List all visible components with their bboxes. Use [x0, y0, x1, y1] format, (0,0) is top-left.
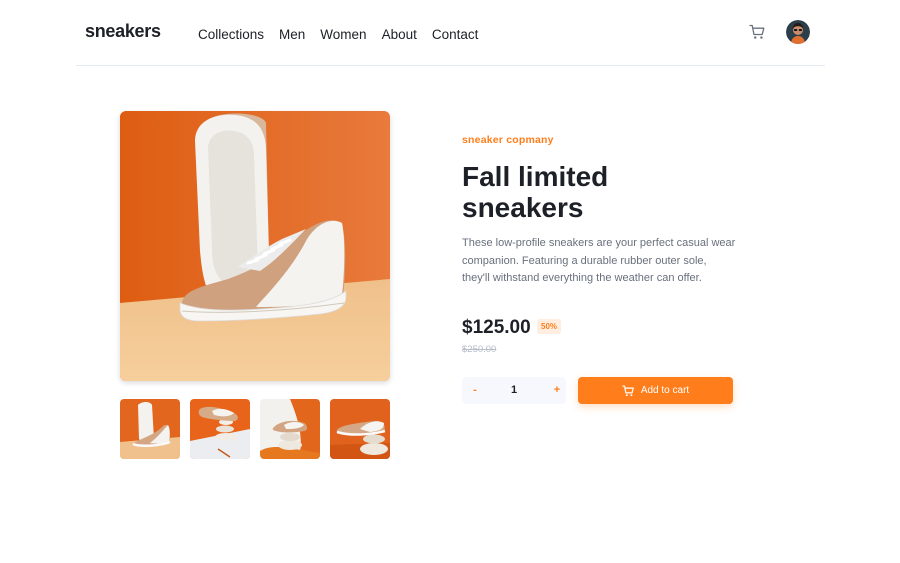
decrease-quantity-button[interactable]: -	[468, 383, 482, 397]
add-to-cart-button[interactable]: Add to cart	[578, 377, 733, 404]
quantity-value: 1	[510, 384, 518, 396]
product-description: These low-profile sneakers are your perf…	[462, 237, 736, 284]
discount-badge: 50%	[537, 319, 562, 334]
cart-icon[interactable]	[749, 24, 766, 40]
nav-item-collections[interactable]: Collections	[198, 27, 264, 42]
quantity-stepper: - 1 +	[462, 377, 566, 404]
original-price: $250.00	[462, 344, 497, 355]
main-nav: Collections Men Women About Contact	[198, 27, 493, 42]
increase-quantity-button[interactable]: +	[550, 383, 564, 397]
nav-item-about[interactable]: About	[382, 27, 417, 42]
thumbnail-strip	[120, 399, 390, 459]
add-to-cart-label: Add to cart	[640, 385, 690, 396]
nav-item-men[interactable]: Men	[279, 27, 305, 42]
logo[interactable]: sneakers	[85, 21, 161, 42]
nav-item-women[interactable]: Women	[320, 27, 366, 42]
main-product-image[interactable]	[120, 111, 390, 381]
product-title: Fall limited sneakers	[462, 161, 609, 223]
cart-icon	[622, 385, 635, 397]
site-header: sneakers Collections Men Women About Con…	[76, 0, 825, 66]
thumbnail-4[interactable]	[330, 399, 390, 459]
user-avatar[interactable]	[786, 20, 810, 44]
thumbnail-2[interactable]	[190, 399, 250, 459]
current-price: $125.00	[462, 317, 531, 338]
thumbnail-3[interactable]	[260, 399, 320, 459]
thumbnail-1[interactable]	[120, 399, 180, 459]
company-label: sneaker copmany	[462, 134, 554, 146]
nav-item-contact[interactable]: Contact	[432, 27, 479, 42]
